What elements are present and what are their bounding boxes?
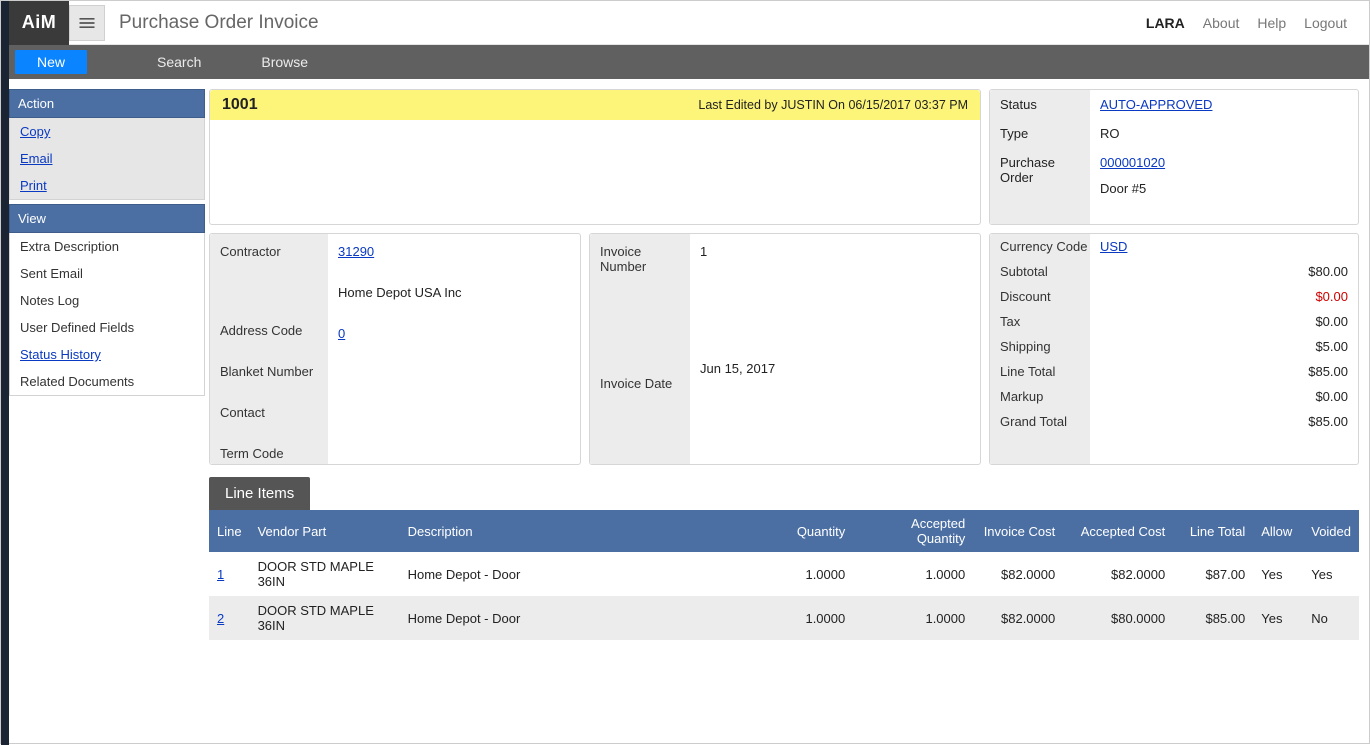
type-value: RO <box>1090 119 1358 148</box>
browse-link[interactable]: Browse <box>261 54 308 70</box>
top-bar: AiM Purchase Order Invoice LARA About He… <box>9 1 1369 45</box>
view-related-documents[interactable]: Related Documents <box>10 368 204 395</box>
term-code-label: Term Code <box>210 436 328 461</box>
cell-invoice-cost: $82.0000 <box>973 596 1063 640</box>
view-notes-log[interactable]: Notes Log <box>10 287 204 314</box>
col-voided[interactable]: Voided <box>1303 510 1359 552</box>
hamburger-icon <box>77 13 97 33</box>
col-vendor-part[interactable]: Vendor Part <box>250 510 400 552</box>
contractor-link[interactable]: 31290 <box>338 244 374 259</box>
record-header-card: 1001 Last Edited by JUSTIN On 06/15/2017… <box>209 89 981 225</box>
invoice-date-label: Invoice Date <box>590 366 690 391</box>
invoice-date-value: Jun 15, 2017 <box>690 351 980 376</box>
discount-value: $0.00 <box>1100 289 1348 304</box>
search-link[interactable]: Search <box>157 54 201 70</box>
blanket-label: Blanket Number <box>210 354 328 379</box>
col-description[interactable]: Description <box>400 510 774 552</box>
invoice-number-value: 1 <box>690 234 980 259</box>
contact-label: Contact <box>210 395 328 420</box>
col-quantity[interactable]: Quantity <box>773 510 853 552</box>
new-button[interactable]: New <box>15 50 87 74</box>
cell-accepted-quantity: 1.0000 <box>853 552 973 596</box>
left-sidebar: Action Copy Email Print View Extra Descr… <box>9 89 205 396</box>
line-items-tab: Line Items <box>209 477 310 510</box>
currency-code-link[interactable]: USD <box>1100 239 1127 254</box>
cell-line-total: $87.00 <box>1173 552 1253 596</box>
contractor-name: Home Depot USA Inc <box>328 275 580 300</box>
col-line-total[interactable]: Line Total <box>1173 510 1253 552</box>
action-print[interactable]: Print <box>10 172 204 199</box>
app-logo[interactable]: AiM <box>9 1 69 45</box>
record-number: 1001 <box>222 96 258 114</box>
left-edge-strip <box>1 1 9 745</box>
view-panel-body: Extra Description Sent Email Notes Log U… <box>9 233 205 396</box>
subtotal-value: $80.00 <box>1100 264 1348 279</box>
table-row: 2DOOR STD MAPLE 36INHome Depot - Door1.0… <box>209 596 1359 640</box>
cell-vendor-part: DOOR STD MAPLE 36IN <box>250 596 400 640</box>
contractor-card: Contractor Address Code Blanket Number C… <box>209 233 581 465</box>
cell-invoice-cost: $82.0000 <box>973 552 1063 596</box>
markup-value: $0.00 <box>1100 389 1348 404</box>
view-sent-email[interactable]: Sent Email <box>10 260 204 287</box>
table-row: 1DOOR STD MAPLE 36INHome Depot - Door1.0… <box>209 552 1359 596</box>
help-link[interactable]: Help <box>1257 15 1286 31</box>
line-items-table: Line Vendor Part Description Quantity Ac… <box>209 510 1359 640</box>
currency-card: Currency Code Subtotal Discount Tax Ship… <box>989 233 1359 465</box>
cell-vendor-part: DOOR STD MAPLE 36IN <box>250 552 400 596</box>
cell-line-total: $85.00 <box>1173 596 1253 640</box>
view-panel-header: View <box>9 204 205 233</box>
shipping-value: $5.00 <box>1100 339 1348 354</box>
about-link[interactable]: About <box>1203 15 1240 31</box>
line-link[interactable]: 1 <box>217 567 224 582</box>
action-panel-header: Action <box>9 89 205 118</box>
action-email[interactable]: Email <box>10 145 204 172</box>
type-label: Type <box>990 119 1090 148</box>
cell-quantity: 1.0000 <box>773 596 853 640</box>
last-edited-text: Last Edited by JUSTIN On 06/15/2017 03:3… <box>698 98 968 112</box>
linetotal-value: $85.00 <box>1100 364 1348 379</box>
status-card: Status Type Purchase Order AUTO-APPROVED… <box>989 89 1359 225</box>
invoice-card: Invoice Number Invoice Date 1 Jun 15, 20… <box>589 233 981 465</box>
address-code-link[interactable]: 0 <box>338 326 345 341</box>
cell-accepted-quantity: 1.0000 <box>853 596 973 640</box>
cell-description: Home Depot - Door <box>400 596 774 640</box>
col-accepted-cost[interactable]: Accepted Cost <box>1063 510 1173 552</box>
cell-quantity: 1.0000 <box>773 552 853 596</box>
contractor-label: Contractor <box>210 234 328 259</box>
status-value[interactable]: AUTO-APPROVED <box>1100 97 1212 112</box>
view-user-defined-fields[interactable]: User Defined Fields <box>10 314 204 341</box>
invoice-number-label: Invoice Number <box>590 234 690 274</box>
po-description: Door #5 <box>1090 177 1358 203</box>
col-invoice-cost[interactable]: Invoice Cost <box>973 510 1063 552</box>
col-line[interactable]: Line <box>209 510 250 552</box>
po-label: Purchase Order <box>990 148 1090 192</box>
cell-accepted-cost: $82.0000 <box>1063 552 1173 596</box>
cell-allow: Yes <box>1253 596 1303 640</box>
tax-value: $0.00 <box>1100 314 1348 329</box>
view-status-history[interactable]: Status History <box>10 341 204 368</box>
action-panel-body: Copy Email Print <box>9 118 205 200</box>
line-link[interactable]: 2 <box>217 611 224 626</box>
hamburger-menu-button[interactable] <box>69 5 105 41</box>
cell-voided: No <box>1303 596 1359 640</box>
page-title: Purchase Order Invoice <box>119 12 319 34</box>
menu-bar: New Search Browse <box>9 45 1369 79</box>
cell-accepted-cost: $80.0000 <box>1063 596 1173 640</box>
view-extra-description[interactable]: Extra Description <box>10 233 204 260</box>
col-accepted-quantity[interactable]: Accepted Quantity <box>853 510 973 552</box>
cell-voided: Yes <box>1303 552 1359 596</box>
main-content: 1001 Last Edited by JUSTIN On 06/15/2017… <box>209 89 1359 640</box>
grand-total-value: $85.00 <box>1100 414 1348 429</box>
action-copy[interactable]: Copy <box>10 118 204 145</box>
cell-description: Home Depot - Door <box>400 552 774 596</box>
record-header-bar: 1001 Last Edited by JUSTIN On 06/15/2017… <box>210 90 980 120</box>
current-user: LARA <box>1146 15 1185 31</box>
status-label: Status <box>990 90 1090 119</box>
logout-link[interactable]: Logout <box>1304 15 1347 31</box>
address-code-label: Address Code <box>210 313 328 338</box>
po-link[interactable]: 000001020 <box>1100 155 1165 170</box>
col-allow[interactable]: Allow <box>1253 510 1303 552</box>
cell-allow: Yes <box>1253 552 1303 596</box>
